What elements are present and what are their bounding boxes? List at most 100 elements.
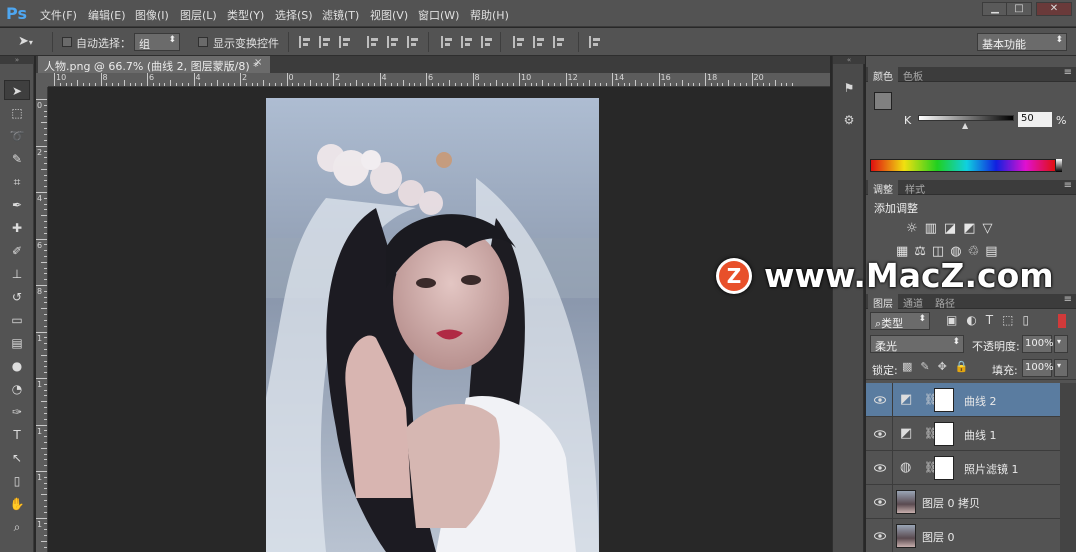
eye-icon[interactable]: [874, 462, 886, 472]
move-tool-icon[interactable]: ➤: [4, 80, 30, 100]
tab-adjustments[interactable]: 调整: [868, 180, 898, 196]
menu-filter[interactable]: 滤镜(T): [322, 7, 359, 23]
eye-icon[interactable]: [874, 496, 886, 506]
tab-paths[interactable]: 路径: [930, 294, 960, 310]
shape-tool-icon[interactable]: ▯: [4, 471, 30, 491]
healing-tool-icon[interactable]: ✚: [4, 218, 30, 238]
maximize-button[interactable]: □: [1006, 2, 1032, 16]
history-brush-tool-icon[interactable]: ↺: [4, 287, 30, 307]
eyedropper-tool-icon[interactable]: ✒: [4, 195, 30, 215]
quick-select-tool-icon[interactable]: ✎: [4, 149, 30, 169]
tab-swatches[interactable]: 色板: [898, 67, 928, 83]
tab-styles[interactable]: 样式: [900, 180, 930, 196]
dodge-tool-icon[interactable]: ◔: [4, 379, 30, 399]
align-icon[interactable]: [552, 36, 566, 48]
layer-list-scrollbar[interactable]: [1060, 383, 1076, 552]
blur-tool-icon[interactable]: ●: [4, 356, 30, 376]
properties-panel-icon[interactable]: ⚙: [839, 110, 859, 130]
auto-select-checkbox[interactable]: [62, 37, 72, 47]
tab-layers[interactable]: 图层: [868, 294, 898, 310]
layer-row[interactable]: ◩ ⛓ 曲线 2: [866, 383, 1060, 417]
lasso-tool-icon[interactable]: ➰: [4, 126, 30, 146]
opacity-field[interactable]: 100%: [1022, 335, 1054, 353]
filter-toggle-icon[interactable]: [1058, 314, 1066, 328]
adjustment-icons-row-1[interactable]: ☼▥◪◩▽: [906, 221, 1000, 236]
panel-menu-icon[interactable]: ≡: [1064, 67, 1072, 78]
pen-tool-icon[interactable]: ✑: [4, 402, 30, 422]
document-tab[interactable]: 人物.png @ 66.7% (曲线 2, 图层蒙版/8) *: [38, 56, 270, 73]
type-tool-icon[interactable]: T: [4, 425, 30, 445]
layer-thumbnail[interactable]: [896, 490, 916, 514]
close-tab-icon[interactable]: ×: [254, 57, 262, 68]
layer-row[interactable]: 图层 0 拷贝: [866, 485, 1060, 519]
align-icon[interactable]: [298, 36, 312, 48]
menu-help[interactable]: 帮助(H): [470, 7, 509, 23]
align-icon[interactable]: [318, 36, 332, 48]
layer-mask-thumbnail[interactable]: [934, 456, 954, 480]
close-window-button[interactable]: ✕: [1036, 2, 1072, 16]
show-transform-checkbox[interactable]: [198, 37, 208, 47]
marquee-tool-icon[interactable]: ⬚: [4, 103, 30, 123]
history-panel-icon[interactable]: ⚑: [839, 78, 859, 98]
foreground-swatch[interactable]: [874, 92, 892, 110]
auto-select-dropdown[interactable]: 组 ⬍: [134, 33, 180, 51]
black-white-ramp[interactable]: [1056, 159, 1062, 172]
menu-window[interactable]: 窗口(W): [418, 7, 459, 23]
collapse-arrows-icon[interactable]: «: [833, 56, 865, 64]
menu-layer[interactable]: 图层(L): [180, 7, 217, 23]
collapse-arrows-icon[interactable]: »: [0, 56, 34, 64]
align-icon[interactable]: [366, 36, 380, 48]
menu-view[interactable]: 视图(V): [370, 7, 408, 23]
menu-select[interactable]: 选择(S): [275, 7, 313, 23]
blend-mode-dropdown[interactable]: 柔光 ⬍: [870, 335, 964, 353]
eye-icon[interactable]: [874, 394, 886, 404]
k-slider-thumb[interactable]: ▲: [962, 121, 968, 130]
align-icon[interactable]: [532, 36, 546, 48]
layer-row[interactable]: ◍ ⛓ 照片滤镜 1: [866, 451, 1060, 485]
workspace-dropdown[interactable]: 基本功能 ⬍: [977, 33, 1067, 51]
crop-tool-icon[interactable]: ⌗: [4, 172, 30, 192]
layer-thumbnail[interactable]: [896, 524, 916, 548]
hand-tool-icon[interactable]: ✋: [4, 494, 30, 514]
k-value-field[interactable]: 50: [1018, 112, 1052, 127]
align-icon[interactable]: [440, 36, 454, 48]
layer-row[interactable]: ◩ ⛓ 曲线 1: [866, 417, 1060, 451]
layer-row[interactable]: 图层 0: [866, 519, 1060, 552]
align-icon[interactable]: [512, 36, 526, 48]
stamp-tool-icon[interactable]: ⊥: [4, 264, 30, 284]
eye-icon[interactable]: [874, 530, 886, 540]
menu-edit[interactable]: 编辑(E): [88, 7, 126, 23]
path-select-tool-icon[interactable]: ↖: [4, 448, 30, 468]
curves-adjustment-icon[interactable]: ◩: [900, 392, 912, 407]
gradient-tool-icon[interactable]: ▤: [4, 333, 30, 353]
fill-dropdown-arrow-icon[interactable]: ▾: [1054, 359, 1068, 377]
layer-filter-dropdown[interactable]: ⌕类型 ⬍: [870, 312, 930, 330]
panel-menu-icon[interactable]: ≡: [1064, 180, 1072, 191]
menu-image[interactable]: 图像(I): [135, 7, 169, 23]
panel-menu-icon[interactable]: ≡: [1064, 294, 1072, 305]
color-spectrum-bar[interactable]: [870, 159, 1056, 172]
move-tool-preset-icon[interactable]: ➤▾: [18, 34, 33, 49]
opacity-dropdown-arrow-icon[interactable]: ▾: [1054, 335, 1068, 353]
zoom-tool-icon[interactable]: ⌕: [4, 517, 30, 537]
minimize-button[interactable]: ▁: [982, 2, 1008, 16]
fill-field[interactable]: 100%: [1022, 359, 1054, 377]
tab-channels[interactable]: 通道: [898, 294, 928, 310]
photo-filter-icon[interactable]: ◍: [900, 460, 911, 475]
align-icon[interactable]: [480, 36, 494, 48]
align-icon[interactable]: [338, 36, 352, 48]
layer-mask-thumbnail[interactable]: [934, 422, 954, 446]
align-icon[interactable]: [460, 36, 474, 48]
curves-adjustment-icon[interactable]: ◩: [900, 426, 912, 441]
lock-icons[interactable]: ▩✎✥🔒: [902, 360, 977, 373]
brush-tool-icon[interactable]: ✐: [4, 241, 30, 261]
portrait-photo[interactable]: [266, 98, 599, 552]
layer-filter-icons[interactable]: ▣◐T⬚▯: [946, 313, 1038, 327]
align-icon[interactable]: [406, 36, 420, 48]
menu-type[interactable]: 类型(Y): [227, 7, 264, 23]
layer-mask-thumbnail[interactable]: [934, 388, 954, 412]
eraser-tool-icon[interactable]: ▭: [4, 310, 30, 330]
menu-file[interactable]: 文件(F): [40, 7, 77, 23]
align-icon[interactable]: [386, 36, 400, 48]
eye-icon[interactable]: [874, 428, 886, 438]
